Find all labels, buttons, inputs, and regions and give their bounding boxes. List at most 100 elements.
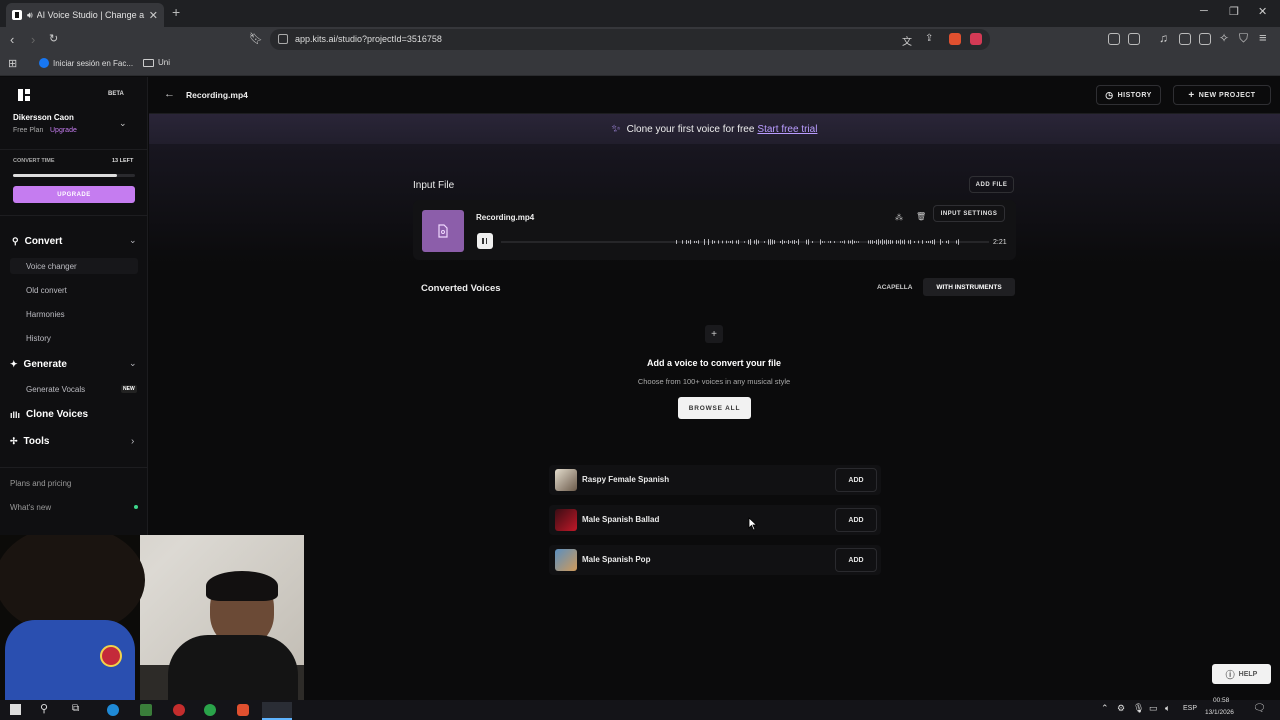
brave-rewards-icon[interactable] [970,33,982,45]
task-view-icon[interactable]: ⧉ [72,703,79,714]
history-button[interactable]: ◷ HISTORY [1096,85,1161,105]
input-file-card: Recording.mp4 ⁂ 🗑︎ INPUT SETTINGS 2:21 [413,200,1016,260]
user-name: Dikersson Caon [13,113,74,122]
waveform-bar [786,241,787,243]
extensions-icon[interactable] [1108,33,1120,45]
webcam-overlay [0,535,304,705]
pause-button[interactable] [477,233,493,249]
sidebar-toggle-icon[interactable] [1179,33,1191,45]
language-indicator[interactable]: ESP [1183,705,1197,712]
app-icon[interactable] [173,704,185,716]
new-badge: NEW [121,385,137,393]
waveform-bar [794,240,795,244]
screenshot-icon[interactable] [1128,33,1140,45]
bookmark-uni[interactable]: Uni [143,58,170,67]
active-app-icon[interactable] [262,702,292,720]
close-tab-icon[interactable]: ✕ [149,9,158,22]
site-settings-icon[interactable] [278,34,288,44]
input-settings-button[interactable]: INPUT SETTINGS [933,205,1005,222]
share-icon[interactable]: ⇪ [925,33,933,44]
waveform-seekbar[interactable] [501,234,989,250]
tab-acapella[interactable]: ACAPELLA [877,284,912,291]
url-input[interactable]: app.kits.ai/studio?projectId=3516758 文 ⇪ [270,29,990,50]
leo-ai-icon[interactable]: ✧ [1219,31,1229,45]
wallet-icon[interactable] [1199,33,1211,45]
chevron-down-icon[interactable]: ⌄ [129,235,137,246]
apps-grid-icon[interactable]: ⊞ [8,57,17,70]
duration: 2:21 [993,239,1007,246]
start-free-trial-link[interactable]: Start free trial [757,124,817,135]
network-icon[interactable]: ▭ [1149,703,1158,714]
converted-voices-heading: Converted Voices [421,283,501,294]
upgrade-link[interactable]: Upgrade [50,127,77,134]
tab-with-instruments[interactable]: WITH INSTRUMENTS [923,278,1015,296]
close-window-icon[interactable]: ✕ [1258,5,1267,18]
brave-shield-icon[interactable] [949,33,961,45]
help-label: HELP [1238,670,1258,678]
split-icon[interactable]: ⁂ [895,213,903,222]
minimize-icon[interactable]: ─ [1200,5,1208,17]
translate-icon[interactable]: 文 [902,33,912,48]
nav-item-old-convert[interactable]: Old convert [26,286,67,295]
volume-icon[interactable]: 🔈︎ [1165,703,1170,714]
nav-item-generate-vocals[interactable]: Generate Vocals [26,385,85,394]
trash-icon[interactable]: 🗑︎ [916,212,926,221]
waveform-bar [890,239,891,245]
vpn-icon[interactable]: ⛉ [1239,31,1248,46]
back-icon[interactable]: ‹ [10,32,14,47]
edge-icon[interactable] [107,704,119,716]
forward-icon[interactable]: › [31,32,35,47]
menu-icon[interactable]: ≡ [1259,30,1267,45]
add-file-button[interactable]: ADD FILE [969,176,1014,193]
search-icon[interactable]: ⚲ [40,702,48,715]
add-voice-button[interactable]: ADD [835,548,877,572]
waveform-bar [790,241,791,243]
browse-all-button[interactable]: BROWSE ALL [678,397,751,419]
voice-name: Raspy Female Spanish [582,475,670,484]
reload-icon[interactable]: ↻ [49,32,58,45]
new-project-button[interactable]: + NEW PROJECT [1173,85,1271,105]
nav-item-harmonies[interactable]: Harmonies [26,310,65,319]
chevron-down-icon[interactable]: ⌄ [129,358,137,369]
music-icon[interactable]: ♫ [1159,31,1168,45]
tray-app-icon[interactable]: ⚙ [1117,703,1125,714]
whatsapp-icon[interactable] [204,704,216,716]
windows-start-icon[interactable] [10,704,21,715]
bookmark-facebook[interactable]: Iniciar sesión en Fac... [39,58,133,68]
clock-time[interactable]: 00:58 [1213,697,1229,704]
chevron-right-icon[interactable]: › [131,436,134,447]
back-arrow-icon[interactable]: ← [164,88,175,100]
add-voice-button[interactable]: ADD [835,508,877,532]
whats-new-link[interactable]: What's new [10,503,51,512]
help-button[interactable]: ⓘ HELP [1212,664,1271,684]
app-icon[interactable] [140,704,152,716]
nav-section-tools[interactable]: ✢ Tools [10,436,49,447]
nav-section-convert[interactable]: ⚲ Convert [12,236,62,247]
plans-pricing-link[interactable]: Plans and pricing [10,479,71,488]
bookmark-icon[interactable]: 🔖︎ [249,32,263,45]
kits-logo-icon[interactable] [18,89,30,101]
account-switcher[interactable]: Dikersson Caon Free Plan Upgrade ⌄ [13,113,138,141]
brave-icon[interactable] [237,704,249,716]
nav-section-generate[interactable]: ✦ Generate [10,359,67,370]
convert-time-left: 13 LEFT [112,158,134,164]
notifications-icon[interactable]: 🗨︎ [1253,703,1266,714]
restore-icon[interactable]: ❐ [1229,5,1239,18]
new-tab-icon[interactable]: + [172,4,180,20]
waveform-bar [772,239,773,245]
nav-item-voice-changer[interactable]: Voice changer [26,262,77,271]
nav-section-clone-voices[interactable]: ıllı Clone Voices [10,409,88,420]
tray-chevron-icon[interactable]: ⌃ [1101,703,1109,714]
microphone-icon[interactable]: 🎙︎ [1133,703,1144,714]
waveform-bar [956,240,957,244]
windows-taskbar: ⚲ ⧉ ⌃ ⚙ 🎙︎ ▭ 🔈︎ ESP 00:58 13/1/2026 🗨︎ [0,697,1280,720]
voice-name: Male Spanish Pop [582,555,651,564]
clock-date[interactable]: 13/1/2026 [1205,709,1234,716]
waveform-bar [850,240,851,244]
upgrade-button[interactable]: UPGRADE [13,186,135,203]
nav-item-history[interactable]: History [26,334,51,343]
add-voice-button[interactable]: ADD [835,468,877,492]
waveform-bar [958,239,959,245]
browser-tab[interactable]: 🔊︎ AI Voice Studio | Change a vo ✕ [6,3,164,27]
add-voice-plus-icon[interactable]: + [705,325,723,343]
